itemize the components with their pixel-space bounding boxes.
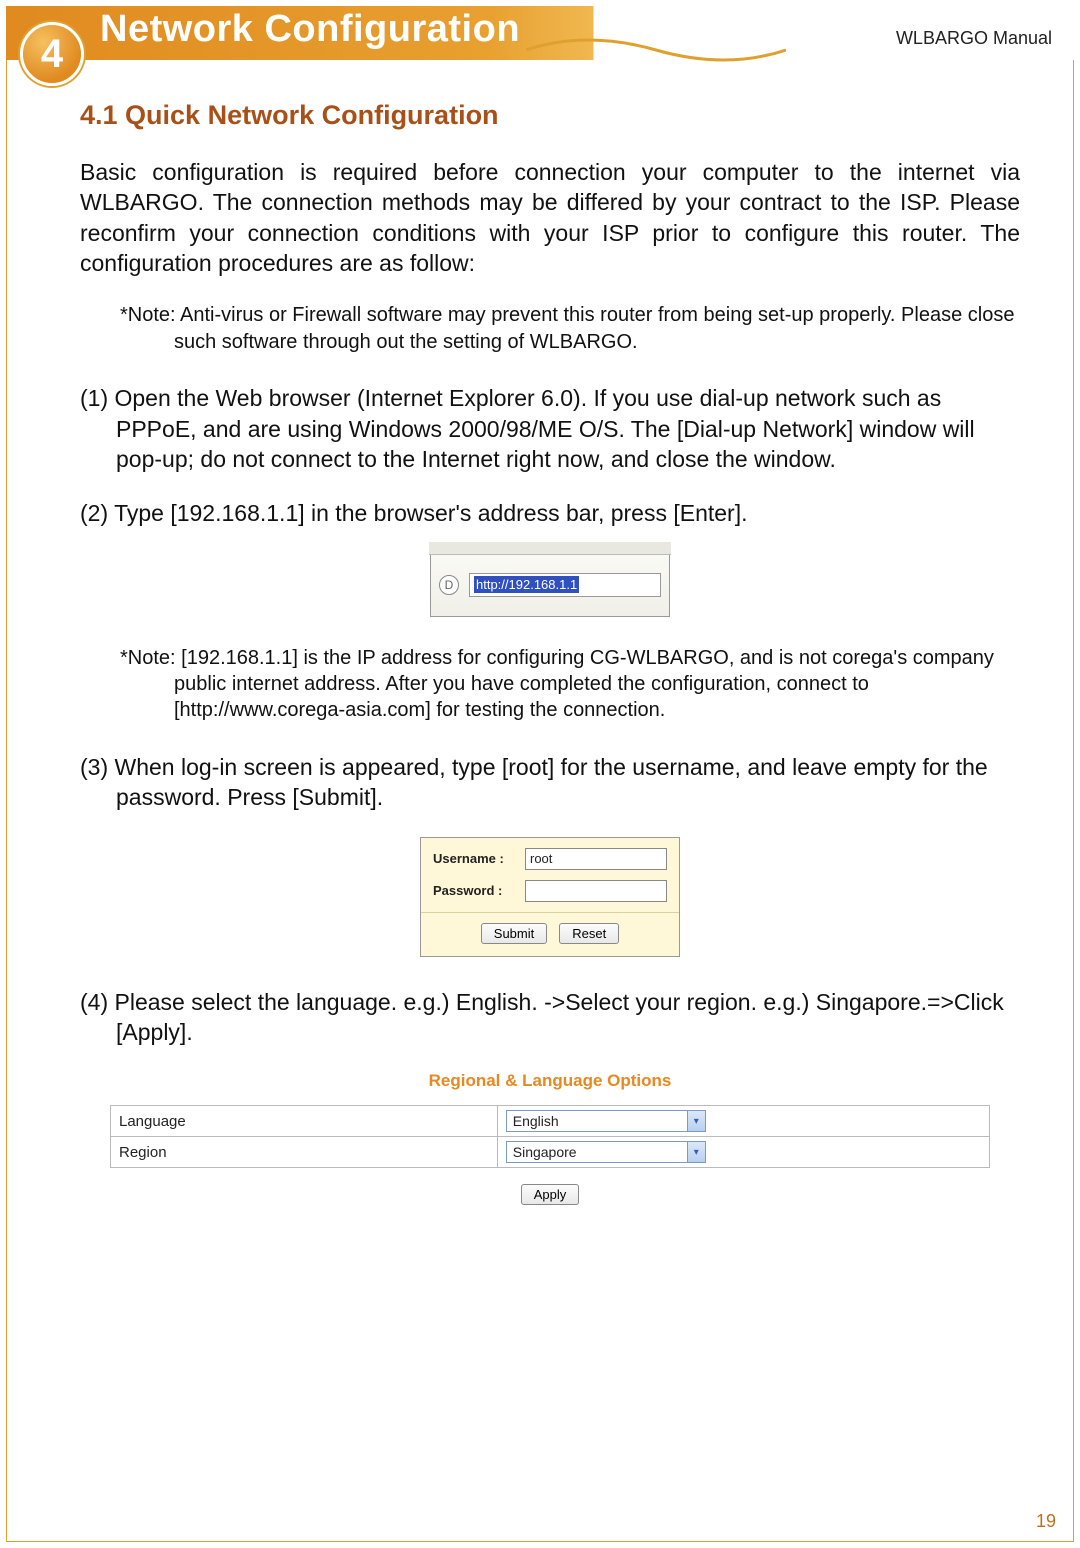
address-bar-url: http://192.168.1.1 (474, 576, 579, 593)
note-2: *Note: [192.168.1.1] is the IP address f… (134, 645, 1020, 724)
chapter-number-badge: 4 (20, 22, 84, 86)
language-select-value: English (507, 1113, 687, 1129)
username-label: Username : (433, 851, 525, 866)
regional-options-title: Regional & Language Options (80, 1071, 1020, 1091)
regional-options-table: Language English ▾ Region Singapore ▾ (110, 1105, 990, 1168)
table-row: Region Singapore ▾ (111, 1137, 990, 1168)
page-content: 4.1 Quick Network Configuration Basic co… (80, 100, 1020, 1488)
login-figure: Username : root Password : Submit Reset (420, 837, 680, 957)
header-swoosh-decoration (526, 36, 786, 64)
chevron-down-icon: ▾ (687, 1111, 705, 1131)
manual-label: WLBARGO Manual (896, 28, 1052, 49)
password-label: Password : (433, 883, 525, 898)
password-input[interactable] (525, 880, 667, 902)
password-row: Password : (433, 880, 667, 902)
step-1: (1) Open the Web browser (Internet Explo… (80, 383, 1020, 474)
table-row: Language English ▾ (111, 1106, 990, 1137)
chapter-number: 4 (41, 32, 63, 77)
note-1: *Note: Anti-virus or Firewall software m… (134, 302, 1020, 355)
address-bar-figure: D http://192.168.1.1 (430, 553, 670, 617)
step-2: (2) Type [192.168.1.1] in the browser's … (80, 498, 1020, 528)
address-bar-icon: D (439, 575, 459, 595)
submit-button[interactable]: Submit (481, 923, 547, 944)
chevron-down-icon: ▾ (687, 1142, 705, 1162)
language-value-cell: English ▾ (497, 1106, 989, 1137)
region-value-cell: Singapore ▾ (497, 1137, 989, 1168)
region-select-value: Singapore (507, 1144, 687, 1160)
username-input[interactable]: root (525, 848, 667, 870)
step-4: (4) Please select the language. e.g.) En… (80, 987, 1020, 1048)
page-number: 19 (1036, 1511, 1056, 1532)
apply-button[interactable]: Apply (521, 1184, 580, 1205)
address-bar-input[interactable]: http://192.168.1.1 (469, 573, 661, 597)
section-title: 4.1 Quick Network Configuration (80, 100, 1020, 131)
intro-paragraph: Basic configuration is required before c… (80, 157, 1020, 278)
step-3: (3) When log-in screen is appeared, type… (80, 752, 1020, 813)
region-label-cell: Region (111, 1137, 498, 1168)
language-label-cell: Language (111, 1106, 498, 1137)
region-select[interactable]: Singapore ▾ (506, 1141, 706, 1163)
language-select[interactable]: English ▾ (506, 1110, 706, 1132)
username-row: Username : root (433, 848, 667, 870)
reset-button[interactable]: Reset (559, 923, 619, 944)
chapter-title: Network Configuration (100, 8, 520, 51)
